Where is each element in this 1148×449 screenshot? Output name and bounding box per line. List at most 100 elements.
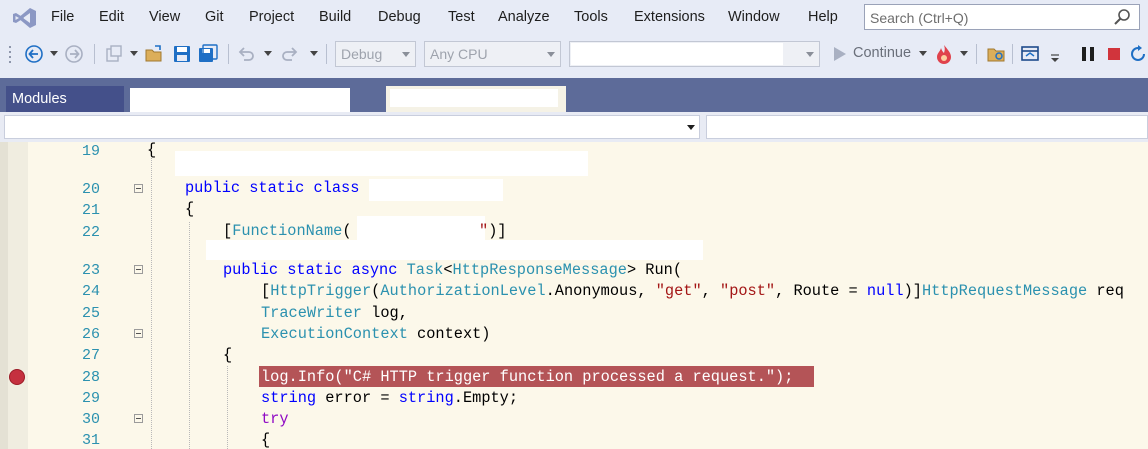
code-line: public static class [185,179,359,197]
hot-reload-icon[interactable] [934,44,954,64]
menu-build[interactable]: Build [319,9,351,25]
line-number: 21 [81,202,100,219]
code-keyword: null [866,282,904,300]
indent-guide [151,158,152,449]
toolbar-separator [326,44,327,64]
visual-studio-logo-icon[interactable] [10,6,38,30]
save-all-icon[interactable] [198,44,218,64]
code-keyword: string [398,389,454,407]
menu-extensions[interactable]: Extensions [634,9,705,25]
code-text: .Empty; [453,389,519,407]
code-text: error = [316,389,399,407]
line-number: 29 [81,390,100,407]
code-string: " [479,222,489,240]
menu-window[interactable]: Window [728,9,780,25]
code-punct: )] [903,282,922,300]
startup-project-combo[interactable] [569,41,820,67]
open-file-icon[interactable] [144,44,164,64]
menu-debug[interactable]: Debug [378,9,421,25]
code-type: HttpResponseMessage [452,261,627,279]
continue-dropdown-icon[interactable] [919,51,927,57]
solution-platform-combo[interactable]: Any CPU [424,41,561,67]
glyph-margin[interactable] [8,142,28,449]
line-number: 27 [81,347,100,364]
menu-git[interactable]: Git [205,9,224,25]
line-number: 22 [81,224,100,241]
code-line: TraceWriter log, [261,304,408,322]
continue-play-icon[interactable] [830,44,850,64]
redo-dropdown-icon[interactable] [310,51,318,57]
solution-configuration-combo[interactable]: Debug [335,41,416,67]
code-line: [FunctionName( [223,222,352,240]
search-placeholder: Search (Ctrl+Q) [870,10,969,26]
toolbar-separator [1012,44,1013,64]
fold-collapse-icon[interactable] [134,414,143,423]
code-line: { [185,200,195,218]
tab-active-file[interactable] [386,86,566,112]
type-navigation-combo[interactable] [706,115,1148,139]
tab-modules[interactable]: Modules [6,86,124,112]
toolbar-separator [976,44,977,64]
code-type: ExecutionContext [261,325,408,343]
redo-icon[interactable] [280,44,300,64]
pause-icon[interactable] [1078,44,1098,64]
tab-redacted[interactable] [130,88,350,112]
code-line: ")] [479,222,507,240]
project-navigation-combo[interactable] [4,115,700,139]
new-dropdown-icon[interactable] [130,51,138,57]
code-keyword: string [261,389,317,407]
back-dropdown-icon[interactable] [50,51,58,57]
code-punct: < [443,261,453,279]
code-line: { [261,431,271,449]
breakpoint-icon[interactable] [9,369,25,385]
redacted-region [5,116,237,138]
redacted-region [206,240,703,260]
code-text: > Run( [626,261,683,279]
fold-collapse-icon[interactable] [134,329,143,338]
configuration-value: Debug [341,46,383,62]
code-type: HttpTrigger [270,282,372,300]
layout-dropdown-icon[interactable] [1050,53,1060,63]
toolbar-grip-icon [9,46,11,63]
chevron-down-icon [806,52,814,57]
navigate-back-icon[interactable] [24,44,44,64]
window-layout-icon[interactable] [1020,44,1040,64]
redacted-region [369,179,503,201]
code-type: AuthorizationLevel [380,282,546,300]
line-number: 25 [81,305,100,322]
menu-test[interactable]: Test [448,9,475,25]
menu-file[interactable]: File [51,9,74,25]
undo-icon[interactable] [236,44,256,64]
save-icon[interactable] [172,44,192,64]
fold-collapse-icon[interactable] [134,184,143,193]
code-punct: ( [342,222,352,240]
menu-project[interactable]: Project [249,9,294,25]
search-box[interactable]: Search (Ctrl+Q) [864,4,1140,30]
menu-help[interactable]: Help [808,9,838,25]
new-project-icon[interactable] [104,44,124,64]
undo-dropdown-icon[interactable] [264,51,272,57]
fold-collapse-icon[interactable] [134,265,143,274]
line-number: 19 [81,143,100,160]
hot-reload-dropdown-icon[interactable] [960,51,968,57]
restart-icon[interactable] [1128,44,1148,64]
browse-folder-icon[interactable] [986,44,1006,64]
code-text: , [701,282,721,300]
line-number: 20 [81,181,100,198]
continue-label[interactable]: Continue [853,45,911,61]
code-punct: ( [371,282,381,300]
code-line: public static async Task<HttpResponseMes… [223,261,682,279]
code-line: ExecutionContext context) [261,325,491,343]
line-number: 24 [81,283,100,300]
stop-icon[interactable] [1104,44,1124,64]
menu-view[interactable]: View [149,9,180,25]
code-line: try [261,410,289,428]
menu-edit[interactable]: Edit [99,9,124,25]
navigate-forward-icon[interactable] [64,44,84,64]
code-type: HttpRequestMessage [921,282,1088,300]
indent-guide [227,366,228,449]
menu-analyze[interactable]: Analyze [498,9,550,25]
menu-tools[interactable]: Tools [574,9,608,25]
code-line: { [147,141,157,159]
code-text: log, [361,304,408,322]
